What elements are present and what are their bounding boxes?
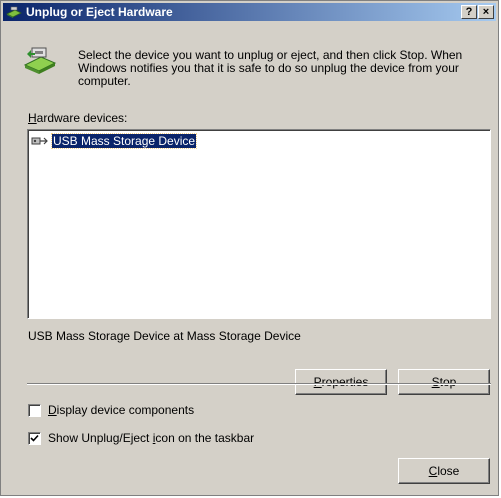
- properties-button-label: Properties: [313, 375, 369, 389]
- list-item[interactable]: USB Mass Storage Device: [31, 133, 198, 149]
- show-icon-label: Show Unplug/Eject icon on the taskbar: [48, 431, 255, 445]
- hardware-devices-label: Hardware devices:: [28, 111, 128, 125]
- show-icon-checkbox[interactable]: [28, 431, 41, 445]
- properties-button[interactable]: Properties: [295, 369, 387, 395]
- display-components-option[interactable]: Display device components: [28, 403, 194, 417]
- help-button[interactable]: ?: [461, 5, 477, 19]
- unplug-hardware-icon: [6, 6, 22, 18]
- list-item-label: USB Mass Storage Device: [50, 133, 198, 149]
- close-button[interactable]: Close: [398, 458, 490, 484]
- divider: [27, 383, 491, 385]
- window-title: Unplug or Eject Hardware: [26, 5, 173, 19]
- usb-device-icon: [31, 137, 48, 145]
- show-icon-option[interactable]: Show Unplug/Eject icon on the taskbar: [28, 431, 254, 445]
- display-components-label: Display device components: [48, 403, 195, 417]
- close-window-button[interactable]: ×: [478, 5, 494, 19]
- unplug-eject-dialog: Unplug or Eject Hardware ? × Select the …: [0, 0, 499, 496]
- instruction-text: Select the device you want to unplug or …: [78, 48, 463, 88]
- display-components-checkbox[interactable]: [28, 403, 41, 417]
- hardware-devices-list[interactable]: USB Mass Storage Device: [27, 129, 491, 319]
- unplug-hardware-icon: [23, 47, 57, 74]
- checkmark-icon: [30, 434, 39, 442]
- stop-button[interactable]: Stop: [398, 369, 490, 395]
- title-bar: Unplug or Eject Hardware ? ×: [3, 3, 496, 21]
- device-description: USB Mass Storage Device at Mass Storage …: [28, 329, 301, 343]
- close-button-label: Close: [428, 464, 460, 478]
- stop-button-label: Stop: [431, 375, 457, 389]
